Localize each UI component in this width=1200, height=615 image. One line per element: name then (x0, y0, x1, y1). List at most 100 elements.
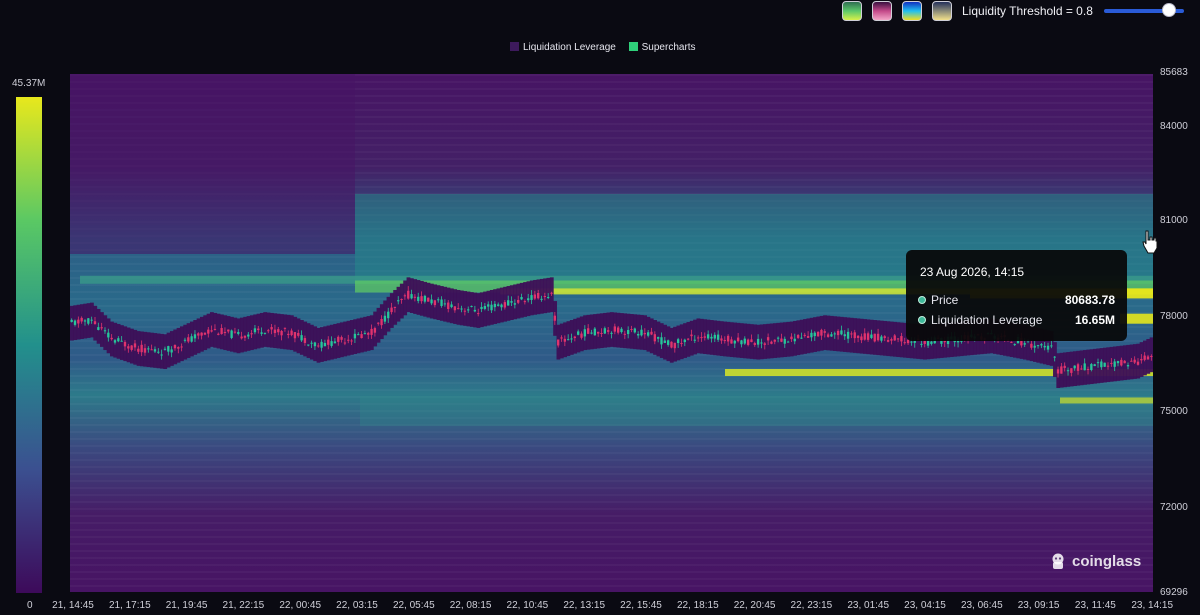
candle-body (573, 336, 577, 339)
candle-body (530, 295, 533, 300)
price-band-cell (243, 316, 248, 352)
tooltip-value: 16.65M (1074, 313, 1115, 327)
candle-body (173, 345, 177, 349)
heatmap-stripe (70, 529, 1153, 531)
slider-handle[interactable] (1162, 3, 1177, 17)
threshold-label: Liquidity Threshold = 0.8 (962, 4, 1093, 18)
candle-body (696, 337, 700, 339)
candle-body (1056, 369, 1060, 374)
candle-body (273, 329, 277, 334)
heatmap-stripe (70, 508, 1153, 510)
candle-body (650, 331, 653, 335)
candle-body (180, 346, 183, 348)
legend-swatch (510, 42, 519, 51)
cividis-scheme-button[interactable] (932, 1, 952, 21)
heatmap-stripe (70, 466, 1153, 468)
magma-scheme-button[interactable] (872, 1, 892, 21)
candle-body (593, 328, 597, 336)
tooltip-label: Liquidation Leverage (931, 313, 1043, 327)
candle-body (323, 342, 327, 347)
heatmap-stripe (70, 452, 1153, 454)
tooltip-label: Price (931, 293, 959, 307)
candle-body (1130, 360, 1133, 362)
y-tick-label: 75000 (1160, 406, 1188, 417)
candle-body (816, 331, 820, 337)
candle-body (400, 298, 403, 300)
candle-body (143, 348, 147, 353)
x-tick-label: 23, 01:45 (847, 600, 890, 611)
x-tick-label: 21, 14:45 (52, 600, 94, 611)
candle-body (517, 299, 520, 303)
candle-body (656, 337, 660, 339)
candle-body (866, 333, 870, 340)
candle-body (120, 340, 123, 342)
legend-item-liquidation-leverage[interactable]: Liquidation Leverage (510, 42, 616, 53)
candle-body (1103, 362, 1106, 367)
heatmap-stripe (70, 382, 1153, 384)
hand-pointer-icon (1142, 230, 1158, 254)
candle-body (700, 337, 703, 339)
candle-body (300, 335, 303, 341)
candle-body (590, 332, 593, 334)
candle-body (900, 336, 903, 342)
candle-body (363, 333, 367, 335)
tooltip-dot-icon (918, 316, 926, 324)
heatmap-stripe (70, 389, 1153, 391)
candle-body (620, 328, 623, 333)
candle-body (600, 333, 603, 335)
candle-body (826, 334, 830, 337)
candle-body (720, 338, 723, 341)
candle-body (686, 338, 690, 340)
viridis-scheme-button[interactable] (842, 1, 862, 21)
price-band-cell (519, 282, 524, 318)
price-band-cell (786, 321, 791, 357)
heatmap-stripe (70, 515, 1153, 517)
candle-body (1076, 364, 1080, 371)
candle-body (87, 318, 90, 324)
candle-body (247, 334, 250, 337)
candle-body (896, 338, 900, 340)
candle-body (163, 348, 167, 350)
legend-item-supercharts[interactable]: Supercharts (628, 42, 696, 53)
candle-body (217, 333, 220, 335)
candle-body (843, 334, 846, 337)
candle-body (1080, 368, 1083, 370)
rainbow-scheme-button[interactable] (902, 1, 922, 21)
candle-body (830, 334, 833, 337)
candle-body (926, 340, 930, 346)
candle-body (1093, 364, 1096, 367)
y-tick-label: 69296 (1160, 587, 1188, 598)
candle-body (480, 306, 483, 310)
price-band-cell (649, 318, 654, 354)
candle-body (540, 298, 543, 300)
price-band-cell (1129, 344, 1134, 380)
candle-body (603, 328, 607, 334)
candle-body (367, 332, 370, 335)
y-tick-label: 72000 (1160, 502, 1188, 513)
x-tick-label: 23, 06:45 (960, 600, 1003, 611)
candle-body (93, 321, 97, 325)
candle-body (1073, 365, 1076, 369)
candle-body (427, 297, 430, 302)
candle-body (507, 300, 510, 306)
candle-body (640, 329, 643, 336)
legend-label: Supercharts (641, 42, 696, 53)
candle-body (1086, 368, 1090, 371)
candle-body (1060, 366, 1063, 374)
price-band-cell (119, 325, 124, 360)
threshold-slider[interactable] (1104, 3, 1184, 17)
candle-body (567, 339, 570, 341)
candle-body (333, 341, 337, 344)
candle-body (683, 339, 686, 343)
candle-body (413, 296, 417, 298)
candle-body (1123, 360, 1126, 364)
heatmap-stripe (70, 445, 1153, 447)
heatmap-stripe (70, 438, 1153, 440)
candle-body (403, 295, 407, 297)
candle-body (853, 332, 856, 339)
candle-body (740, 340, 743, 345)
price-band-cell (609, 312, 614, 347)
price-band-cell (1093, 348, 1097, 384)
tooltip-value: 80683.78 (1064, 293, 1115, 307)
x-tick-label: 22, 13:15 (563, 600, 606, 611)
